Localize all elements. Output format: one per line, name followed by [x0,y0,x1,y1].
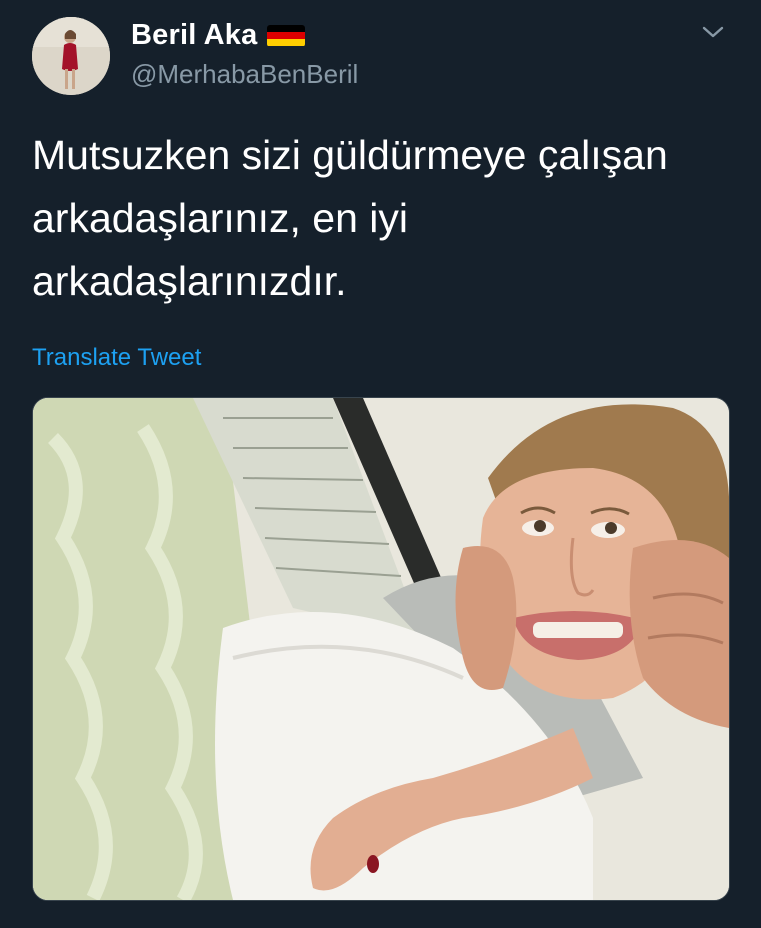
germany-flag-icon [267,24,306,47]
chevron-down-icon[interactable] [700,22,726,42]
avatar[interactable] [32,17,110,95]
user-handle[interactable]: @MerhabaBenBeril [131,59,358,90]
photo [33,398,729,900]
display-name[interactable]: Beril Aka [131,19,257,52]
tweet-text: Mutsuzken sizi güldürmeye çalışan arkada… [32,132,668,304]
translate-tweet-link[interactable]: Translate Tweet [32,344,201,372]
avatar-image [32,17,110,95]
tweet-card: Beril Aka @MerhabaBenBeril Mutsuzken siz… [0,0,761,928]
name-row: Beril Aka [131,19,306,52]
tweet-media-image[interactable] [32,397,730,901]
